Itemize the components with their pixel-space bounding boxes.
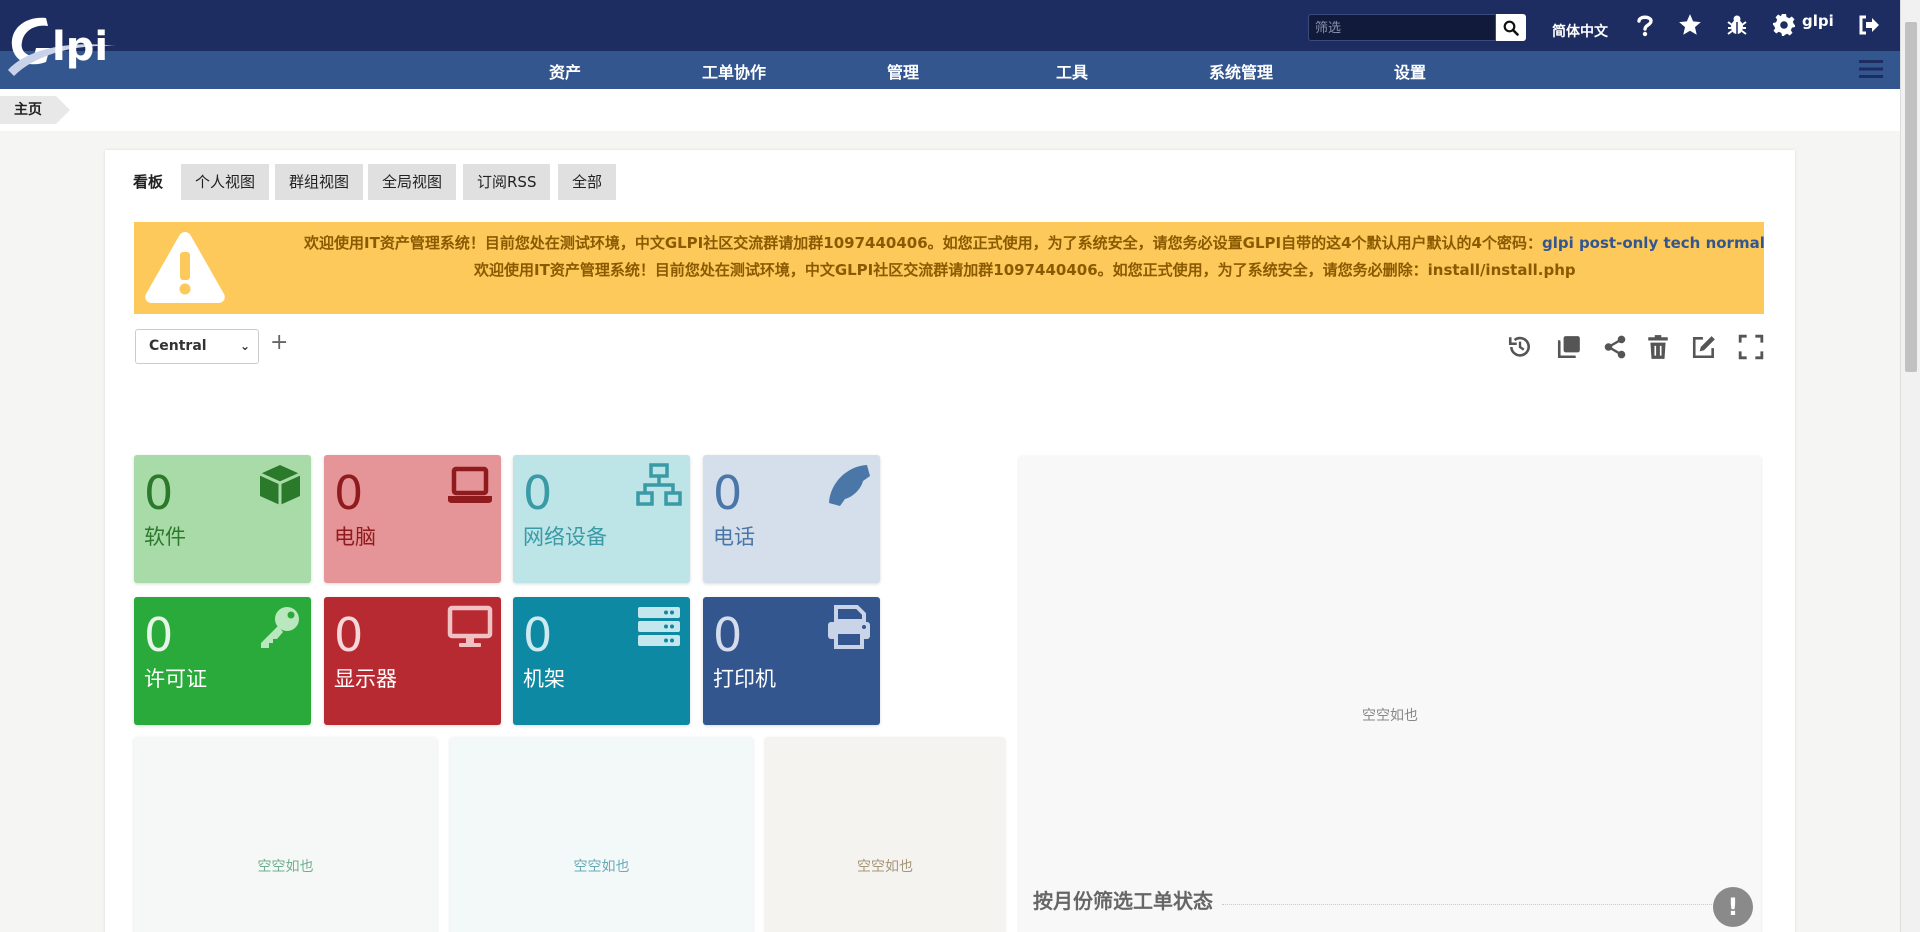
card-label: 机架 [523, 667, 565, 691]
card-label: 显示器 [334, 667, 397, 691]
ticket-status-chart-title: 按月份筛选工单状态 [1033, 889, 1213, 913]
scrollbar-thumb[interactable] [1905, 22, 1917, 372]
server-icon [638, 607, 680, 646]
edit-icon[interactable] [1691, 334, 1717, 360]
card-value: 0 [144, 608, 174, 662]
language-selector[interactable]: 简体中文 [1552, 21, 1608, 41]
card-label: 网络设备 [523, 525, 607, 549]
empty-widget-large: 空空如也 [1019, 456, 1761, 932]
alert-line-1-text: 欢迎使用IT资产管理系统！目前您处在测试环境，中文GLPI社区交流群请加群109… [304, 234, 1542, 252]
tab-all[interactable]: 全部 [558, 164, 617, 200]
card-value: 0 [334, 466, 364, 520]
tab-group-view[interactable]: 群组视图 [275, 164, 364, 200]
card-label: 电脑 [334, 525, 376, 549]
alert-line-1: 欢迎使用IT资产管理系统！目前您处在测试环境，中文GLPI社区交流群请加群109… [304, 232, 1765, 253]
glpi-logo[interactable]: lpi [6, 10, 124, 80]
empty-widget-1: 空空如也 [134, 737, 437, 932]
hamburger-menu-icon[interactable] [1858, 58, 1884, 80]
monitor-icon [447, 605, 493, 647]
search-input[interactable] [1308, 14, 1496, 41]
card-license[interactable]: 0 许可证 [134, 597, 311, 725]
card-monitor[interactable]: 0 显示器 [324, 597, 501, 725]
empty-text: 空空如也 [857, 859, 913, 875]
card-rack[interactable]: 0 机架 [513, 597, 690, 725]
alert-line-2: 欢迎使用IT资产管理系统！目前您处在测试环境，中文GLPI社区交流群请加群109… [474, 261, 1576, 279]
fullscreen-icon[interactable] [1738, 334, 1764, 360]
laptop-icon [448, 466, 492, 503]
chevron-down-icon: ⌄ [239, 339, 250, 353]
tab-rss[interactable]: 订阅RSS [463, 164, 551, 200]
card-network-device[interactable]: 0 网络设备 [513, 455, 690, 583]
share-icon[interactable] [1602, 334, 1628, 360]
add-dashboard-button[interactable]: + [270, 330, 288, 355]
empty-widget-3: 空空如也 [765, 737, 1005, 932]
card-label: 电话 [713, 525, 755, 549]
username[interactable]: glpi [1802, 12, 1834, 30]
empty-text: 空空如也 [573, 859, 630, 875]
menu-management[interactable]: 管理 [887, 59, 919, 83]
default-passwords: glpi post-only tech normal [1541, 234, 1765, 252]
menu-assistance[interactable]: 工单协作 [702, 59, 766, 83]
card-phone[interactable]: 0 电话 [703, 455, 880, 583]
breadcrumb-bar [0, 89, 1900, 131]
chart-divider [1222, 904, 1742, 905]
main-menu-bar [0, 51, 1900, 89]
network-icon [636, 463, 682, 506]
bug-icon[interactable] [1723, 11, 1751, 39]
tab-personal-view[interactable]: 个人视图 [181, 164, 270, 200]
card-printer[interactable]: 0 打印机 [703, 597, 880, 725]
phone-icon [829, 465, 870, 506]
menu-administration[interactable]: 系统管理 [1209, 59, 1273, 83]
card-value: 0 [713, 608, 743, 662]
key-icon [261, 607, 299, 648]
card-value: 0 [144, 466, 174, 520]
card-value: 0 [713, 466, 743, 520]
search-icon [1503, 20, 1519, 36]
card-computer[interactable]: 0 电脑 [324, 455, 501, 583]
tab-dashboard[interactable]: 看板 [133, 164, 177, 200]
menu-setup[interactable]: 设置 [1394, 59, 1426, 83]
page-scrollbar[interactable] [1900, 0, 1920, 932]
card-label: 许可证 [144, 667, 207, 691]
empty-text: 空空如也 [1362, 708, 1418, 724]
menu-assets[interactable]: 资产 [549, 59, 581, 83]
dashboard-select[interactable]: Central ⌄ [135, 329, 259, 364]
svg-text:lpi: lpi [52, 24, 108, 70]
menu-tools[interactable]: 工具 [1056, 59, 1088, 83]
clone-icon[interactable] [1556, 334, 1582, 360]
card-label: 打印机 [713, 667, 776, 691]
card-value: 0 [334, 608, 364, 662]
dashboard-select-value: Central [149, 338, 207, 354]
exclamation-icon: ! [1727, 893, 1739, 921]
warning-icon [145, 232, 225, 303]
card-value: 0 [523, 466, 553, 520]
delete-icon[interactable] [1645, 334, 1671, 360]
star-icon[interactable] [1676, 11, 1704, 39]
card-value: 0 [523, 608, 553, 662]
tab-global-view[interactable]: 全局视图 [368, 164, 457, 200]
card-label: 软件 [144, 525, 186, 549]
breadcrumb-home[interactable]: 主页 [0, 96, 70, 124]
empty-widget-2: 空空如也 [450, 737, 753, 932]
gear-icon[interactable] [1770, 11, 1798, 39]
search-button[interactable] [1496, 14, 1526, 41]
help-icon[interactable] [1631, 11, 1659, 39]
cube-icon [259, 465, 301, 505]
empty-text: 空空如也 [257, 859, 314, 875]
history-icon[interactable] [1507, 334, 1533, 360]
card-software[interactable]: 0 软件 [134, 455, 311, 583]
printer-icon [828, 605, 870, 649]
logout-icon[interactable] [1855, 11, 1883, 39]
top-header [0, 0, 1900, 51]
notification-alert-button[interactable]: ! [1713, 887, 1753, 927]
